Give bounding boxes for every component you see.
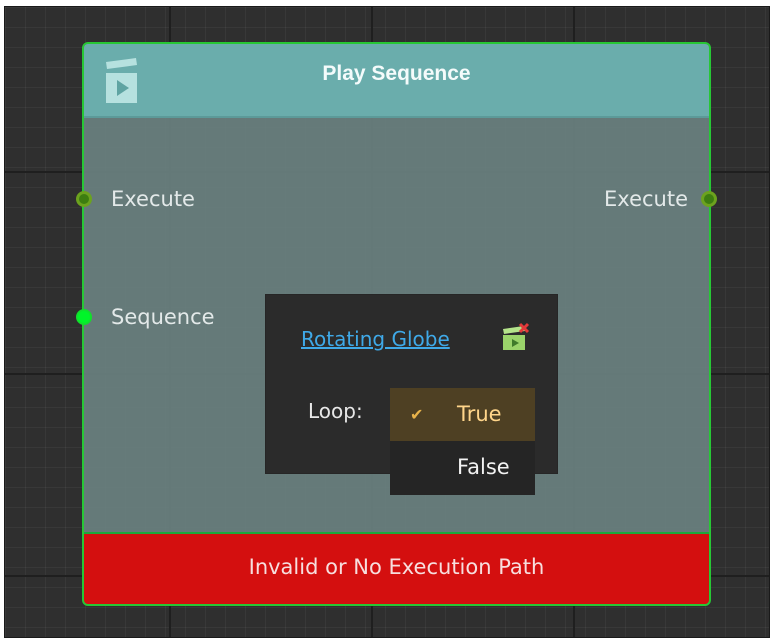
execute-input-port[interactable] — [76, 191, 92, 207]
node-title: Play Sequence — [322, 62, 471, 85]
loop-option-label: False — [457, 455, 510, 479]
sequence-asset-icon[interactable] — [500, 322, 530, 352]
execute-input-label: Execute — [111, 187, 195, 211]
execute-output-port[interactable] — [701, 191, 717, 207]
sequence-input-port[interactable] — [76, 309, 92, 325]
loop-option-label: True — [457, 402, 502, 426]
loop-dropdown[interactable]: ✔ True False — [390, 388, 535, 495]
loop-option-true[interactable]: ✔ True — [390, 388, 535, 441]
sequence-asset-link[interactable]: Rotating Globe — [301, 327, 486, 351]
loop-label: Loop: — [308, 399, 363, 423]
checkmark-icon: ✔ — [410, 405, 424, 424]
execution-status-bar: Invalid or No Execution Path — [84, 532, 709, 604]
sequence-input-label: Sequence — [111, 305, 215, 329]
node-header[interactable]: Play Sequence — [84, 44, 709, 118]
loop-option-false[interactable]: False — [390, 441, 535, 495]
execute-output-label: Execute — [604, 187, 688, 211]
